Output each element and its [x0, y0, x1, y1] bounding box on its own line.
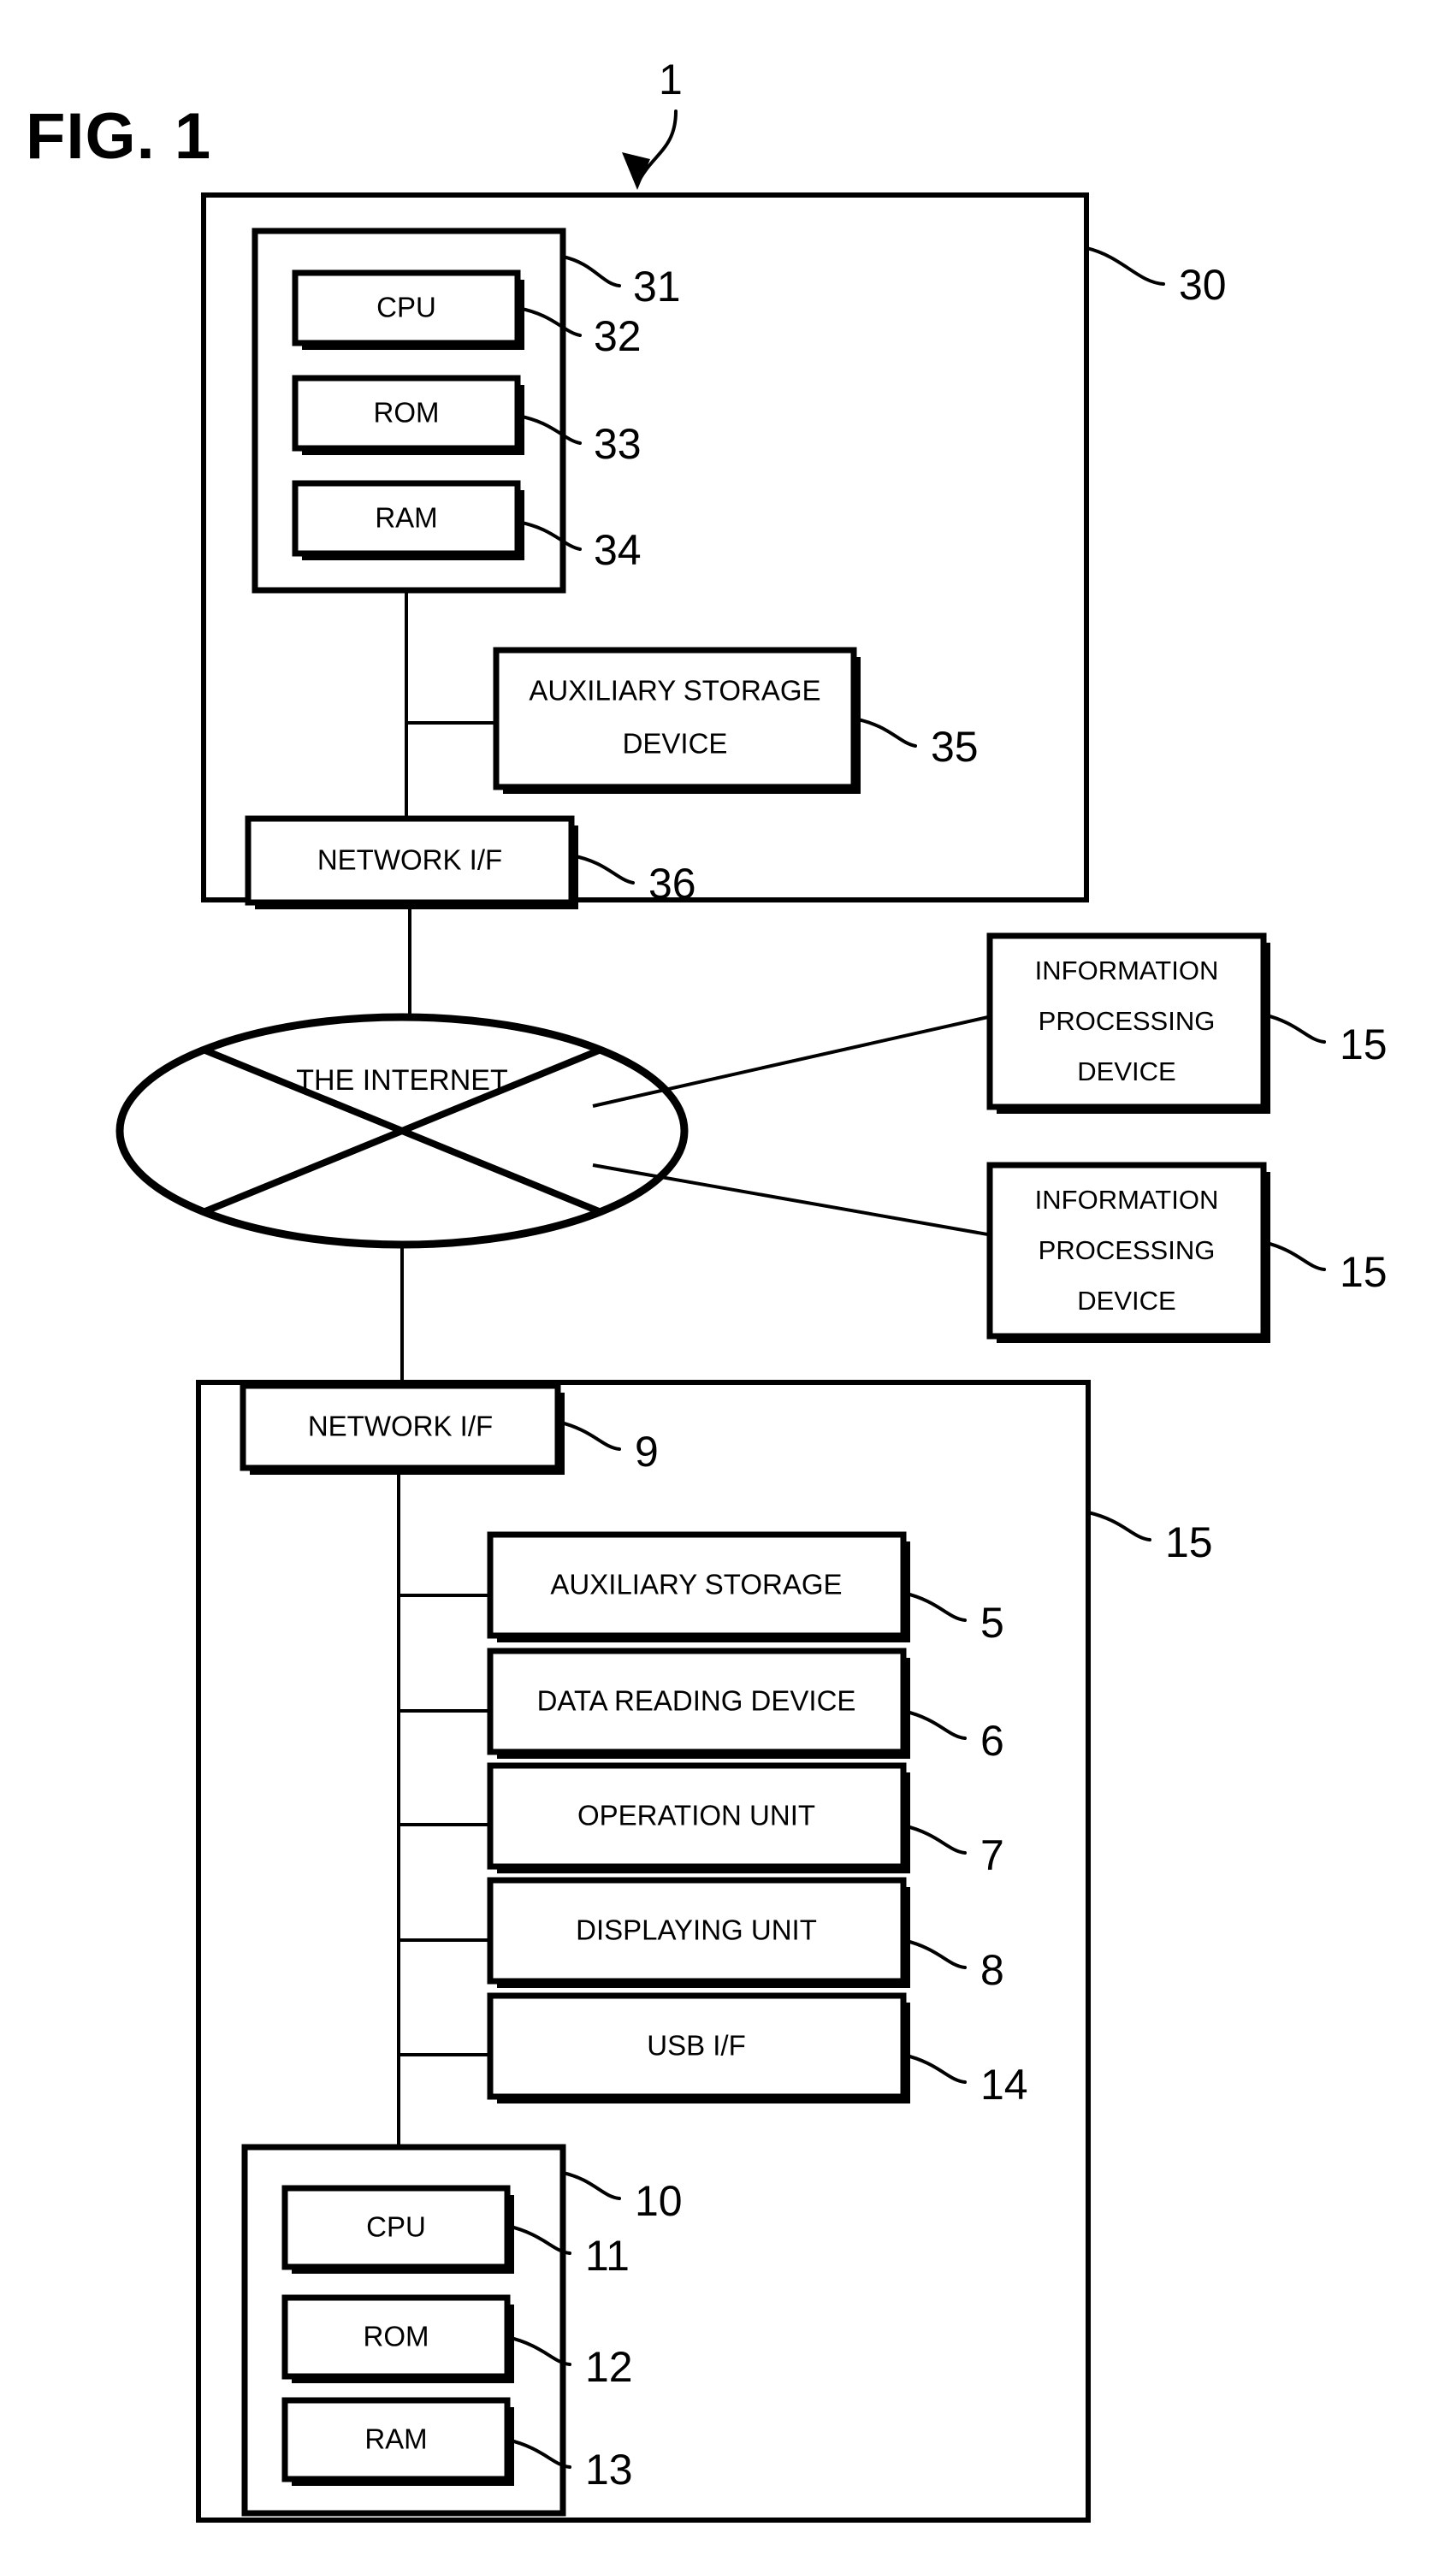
ref-leader-30: [1085, 246, 1165, 286]
server-ram-label: RAM: [375, 502, 437, 534]
ref-remote-device-1-15: 15: [1340, 1021, 1388, 1068]
ref-leader-32: [516, 306, 582, 337]
ref-leader-8: [902, 1938, 967, 1969]
client-rom-label: ROM: [364, 2321, 429, 2352]
figure-canvas: FIG. 1 1 30 31 CPU 32 ROM 33 RAM 34 AUXI…: [26, 56, 1388, 2523]
server-aux-storage-label-line1: AUXILIARY STORAGE: [529, 675, 820, 707]
ref-leader-35: [852, 717, 917, 748]
ref-client-displaying-unit-8: 8: [980, 1946, 1004, 1994]
ref-leader-9: [556, 1420, 621, 1451]
ref-server-ram-34: 34: [594, 526, 642, 574]
internet-to-device-2-link: [592, 1163, 1008, 1240]
ref-leader-remote-1: [1262, 1013, 1326, 1044]
ref-client-15: 15: [1165, 1518, 1213, 1566]
client-ram-label: RAM: [364, 2423, 427, 2455]
ref-system-1: 1: [659, 56, 683, 104]
server-cpu-label: CPU: [376, 292, 436, 323]
remote-device-2-label-line1: INFORMATION: [1035, 1185, 1219, 1215]
ref-leader-client-15: [1086, 1511, 1151, 1541]
ref-client-aux-storage-5: 5: [980, 1599, 1004, 1647]
ref-leader-10: [561, 2171, 621, 2200]
ref-client-ram-13: 13: [585, 2446, 633, 2494]
remote-device-2-label-line3: DEVICE: [1077, 1286, 1175, 1316]
client-usb-if-label: USB I/F: [647, 2030, 746, 2062]
ref-leader-7: [902, 1824, 967, 1855]
ref-server-aux-storage-35: 35: [931, 723, 979, 771]
ref-server-rom-33: 33: [594, 420, 642, 468]
ref-server-control-unit-31: 31: [633, 263, 681, 311]
ref-client-data-reading-6: 6: [980, 1717, 1004, 1765]
ref-client-network-if-9: 9: [635, 1428, 659, 1476]
ref-client-cpu-11: 11: [585, 2232, 630, 2280]
remote-device-2-label-line2: PROCESSING: [1039, 1235, 1216, 1265]
ref-client-usb-if-14: 14: [980, 2061, 1028, 2109]
internet-to-device-1-link: [592, 1011, 1008, 1108]
server-network-if-label: NETWORK I/F: [317, 844, 502, 876]
ref-client-control-unit-10: 10: [635, 2177, 683, 2225]
patent-figure-1: FIG. 1 1 30 31 CPU 32 ROM 33 RAM 34 AUXI…: [0, 0, 1456, 2562]
ref-leader-14: [902, 2053, 967, 2084]
ref-client-rom-12: 12: [585, 2343, 633, 2391]
client-displaying-unit-label: DISPLAYING UNIT: [576, 1914, 817, 1946]
internet-label: THE INTERNET: [296, 1064, 507, 1097]
ref-server-30: 30: [1179, 261, 1227, 309]
client-aux-storage-label: AUXILIARY STORAGE: [550, 1569, 842, 1601]
ref-server-cpu-32: 32: [594, 312, 642, 360]
ref-leader-5: [902, 1591, 967, 1622]
ref-leader-31: [561, 255, 621, 287]
ref-server-network-if-36: 36: [648, 860, 696, 908]
ref-leader-34: [516, 520, 582, 551]
remote-device-1-label-line3: DEVICE: [1077, 1056, 1175, 1086]
remote-device-1-label-line1: INFORMATION: [1035, 956, 1219, 985]
client-network-if-label: NETWORK I/F: [308, 1411, 493, 1442]
server-rom-label: ROM: [374, 397, 440, 429]
ref-leader-33: [516, 414, 582, 445]
client-data-reading-label: DATA READING DEVICE: [537, 1685, 856, 1717]
ref-client-operation-unit-7: 7: [980, 1831, 1004, 1879]
client-cpu-label: CPU: [366, 2211, 426, 2243]
server-aux-storage-box: [493, 647, 857, 790]
figure-title: FIG. 1: [26, 100, 211, 173]
ref-leader-36: [570, 854, 635, 885]
server-aux-storage-label-line2: DEVICE: [623, 728, 728, 760]
client-operation-unit-label: OPERATION UNIT: [577, 1800, 815, 1831]
ref-leader-6: [902, 1709, 967, 1740]
ref-leader-remote-2: [1262, 1240, 1326, 1271]
ref-remote-device-2-15: 15: [1340, 1248, 1388, 1296]
remote-device-1-label-line2: PROCESSING: [1039, 1006, 1216, 1036]
